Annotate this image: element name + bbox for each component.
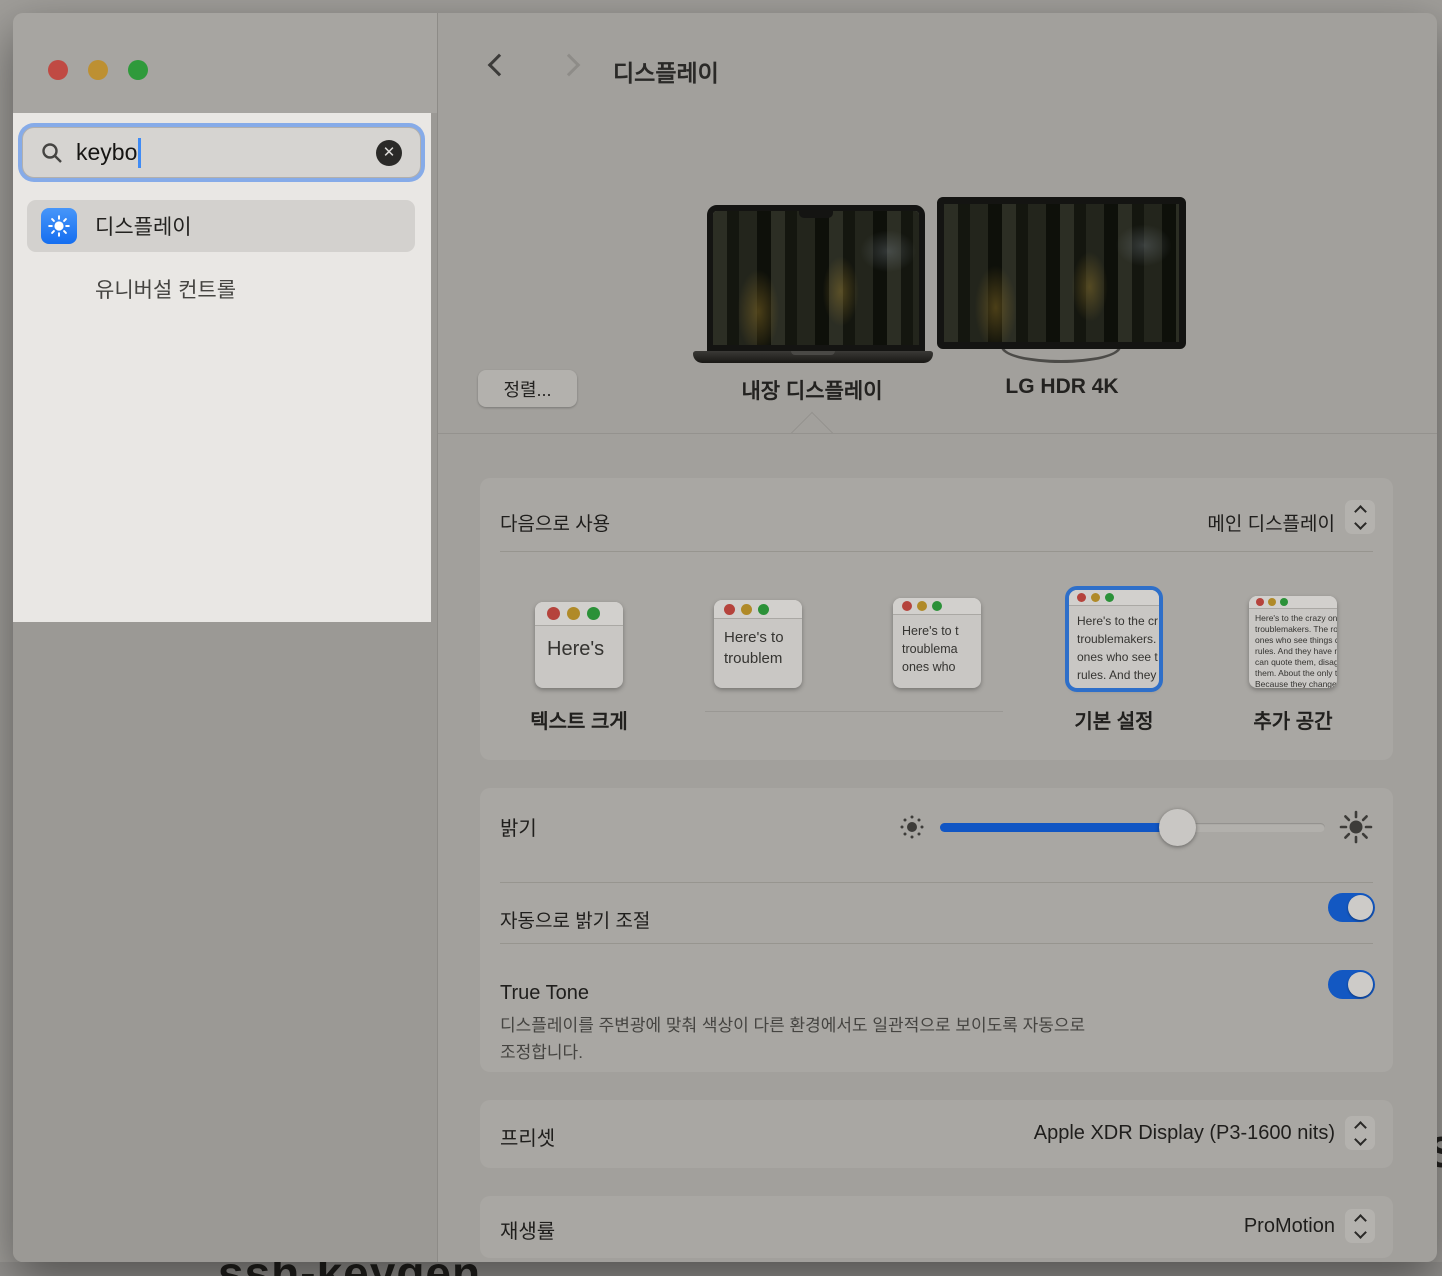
use-as-value[interactable]: 메인 디스플레이 bbox=[1207, 509, 1335, 536]
brightness-slider-fill bbox=[940, 823, 1177, 832]
text-caret bbox=[138, 138, 141, 168]
preview-text: ones who see things dif bbox=[1255, 635, 1337, 646]
scale-label-larger-text: 텍스트 크게 bbox=[509, 705, 649, 734]
brightness-dim-icon bbox=[899, 814, 925, 840]
preview-text: them. About the only th bbox=[1255, 668, 1337, 679]
scale-label-more-space: 추가 공간 bbox=[1223, 705, 1363, 734]
brightness-label: 밝기 bbox=[500, 812, 537, 841]
search-query-text: keybo bbox=[76, 139, 137, 166]
scale-label-default: 기본 설정 bbox=[1044, 705, 1184, 734]
display-name-lg: LG HDR 4K bbox=[957, 375, 1167, 399]
page-title: 디스플레이 bbox=[613, 54, 719, 88]
search-results-panel: keybo ✕ 디스플레이 bbox=[13, 113, 431, 622]
display-brightness-icon bbox=[41, 208, 77, 244]
preview-text: troublemakers. bbox=[1077, 630, 1159, 648]
toggle-knob bbox=[1348, 895, 1373, 920]
preview-text: Here's to bbox=[724, 627, 802, 648]
search-icon bbox=[40, 141, 64, 165]
chevron-up-icon bbox=[1354, 1214, 1367, 1227]
preset-popup-stepper[interactable] bbox=[1345, 1116, 1375, 1150]
laptop-base bbox=[693, 351, 933, 363]
auto-brightness-toggle[interactable] bbox=[1328, 893, 1375, 922]
preview-text: troublemakers. The rou bbox=[1255, 624, 1337, 635]
display-name-builtin: 내장 디스플레이 bbox=[712, 375, 912, 405]
brightness-slider[interactable] bbox=[940, 823, 1325, 832]
row-divider bbox=[500, 882, 1373, 883]
wallpaper-image bbox=[713, 211, 919, 345]
display-thumbnail-builtin[interactable] bbox=[707, 205, 925, 351]
preset-label: 프리셋 bbox=[500, 1122, 555, 1151]
preset-value[interactable]: Apple XDR Display (P3-1600 nits) bbox=[1034, 1122, 1335, 1145]
laptop-notch bbox=[799, 211, 833, 218]
wallpaper-image bbox=[944, 204, 1179, 342]
use-as-popup-stepper[interactable] bbox=[1345, 500, 1375, 534]
preview-text: Here's bbox=[535, 626, 623, 661]
close-button[interactable] bbox=[48, 60, 68, 80]
preview-text: ones who see t bbox=[1077, 648, 1159, 666]
preview-text: troublema bbox=[902, 640, 981, 658]
auto-brightness-label: 자동으로 밝기 조절 bbox=[500, 906, 650, 933]
refresh-rate-card: 재생률 ProMotion bbox=[480, 1196, 1393, 1258]
preset-card: 프리셋 Apple XDR Display (P3-1600 nits) bbox=[480, 1100, 1393, 1168]
scale-option-more-space[interactable]: Here's to the crazy one troublemakers. T… bbox=[1249, 596, 1337, 688]
preview-text: Because they change th bbox=[1255, 679, 1337, 688]
preview-text: rules. And they have no bbox=[1255, 646, 1337, 657]
system-settings-window: keybo ✕ 디스플레이 bbox=[13, 13, 1437, 1262]
chevron-down-icon bbox=[1354, 517, 1367, 530]
scale-option-2[interactable]: Here's to troublem bbox=[714, 600, 802, 688]
preview-text: Here's to the crazy one bbox=[1255, 613, 1337, 624]
preview-text: ones who bbox=[902, 658, 981, 676]
brightness-bright-icon bbox=[1339, 810, 1373, 844]
sidebar-item-label: 디스플레이 bbox=[95, 211, 192, 241]
sidebar-titlebar bbox=[13, 13, 437, 113]
row-divider bbox=[500, 551, 1373, 552]
row-divider bbox=[500, 943, 1373, 944]
refresh-rate-popup-stepper[interactable] bbox=[1345, 1209, 1375, 1243]
true-tone-label: True Tone bbox=[500, 982, 589, 1005]
scale-option-larger-text[interactable]: Here's bbox=[535, 602, 623, 688]
sidebar-item-label: 유니버설 컨트롤 bbox=[95, 274, 236, 304]
true-tone-toggle[interactable] bbox=[1328, 970, 1375, 999]
true-tone-description-line1: 디스플레이를 주변광에 맞춰 색상이 다른 환경에서도 일관적으로 보이도록 자… bbox=[500, 1012, 1085, 1039]
background-dim-strip bbox=[0, 1262, 1442, 1276]
sidebar: keybo ✕ 디스플레이 bbox=[13, 13, 437, 1262]
toggle-knob bbox=[1348, 972, 1373, 997]
forward-button bbox=[558, 54, 581, 77]
preview-text: troublem bbox=[724, 648, 802, 669]
use-as-label: 다음으로 사용 bbox=[500, 509, 610, 536]
preview-text: Here's to t bbox=[902, 622, 981, 640]
zoom-button[interactable] bbox=[128, 60, 148, 80]
true-tone-description-line2: 조정합니다. bbox=[500, 1039, 583, 1066]
minimize-button[interactable] bbox=[88, 60, 108, 80]
scale-options-track-line bbox=[705, 711, 1003, 712]
section-divider bbox=[438, 433, 1437, 434]
preview-text: rules. And they bbox=[1077, 666, 1159, 684]
scale-option-default[interactable]: Here's to the cr troublemakers. ones who… bbox=[1069, 590, 1159, 688]
refresh-rate-label: 재생률 bbox=[500, 1215, 555, 1244]
clear-search-icon[interactable]: ✕ bbox=[376, 140, 402, 166]
preview-text: Here's to the cr bbox=[1077, 612, 1159, 630]
brightness-slider-knob[interactable] bbox=[1159, 809, 1196, 846]
arrange-button[interactable]: 정렬... bbox=[478, 370, 577, 407]
sidebar-item-display[interactable]: 디스플레이 bbox=[27, 200, 415, 252]
refresh-rate-value[interactable]: ProMotion bbox=[1244, 1215, 1335, 1238]
chevron-down-icon bbox=[1354, 1226, 1367, 1239]
chevron-up-icon bbox=[1354, 1121, 1367, 1134]
chevron-down-icon bbox=[1354, 1133, 1367, 1146]
display-thumbnail-lg[interactable] bbox=[937, 197, 1186, 349]
sidebar-main-divider bbox=[437, 13, 438, 1262]
back-button[interactable] bbox=[488, 54, 511, 77]
chevron-up-icon bbox=[1354, 505, 1367, 518]
search-input[interactable]: keybo ✕ bbox=[22, 127, 421, 178]
scale-option-3[interactable]: Here's to t troublema ones who bbox=[893, 598, 981, 688]
sidebar-item-universal-control[interactable]: 유니버설 컨트롤 bbox=[27, 263, 415, 315]
preview-text: can quote them, disagr bbox=[1255, 657, 1337, 668]
